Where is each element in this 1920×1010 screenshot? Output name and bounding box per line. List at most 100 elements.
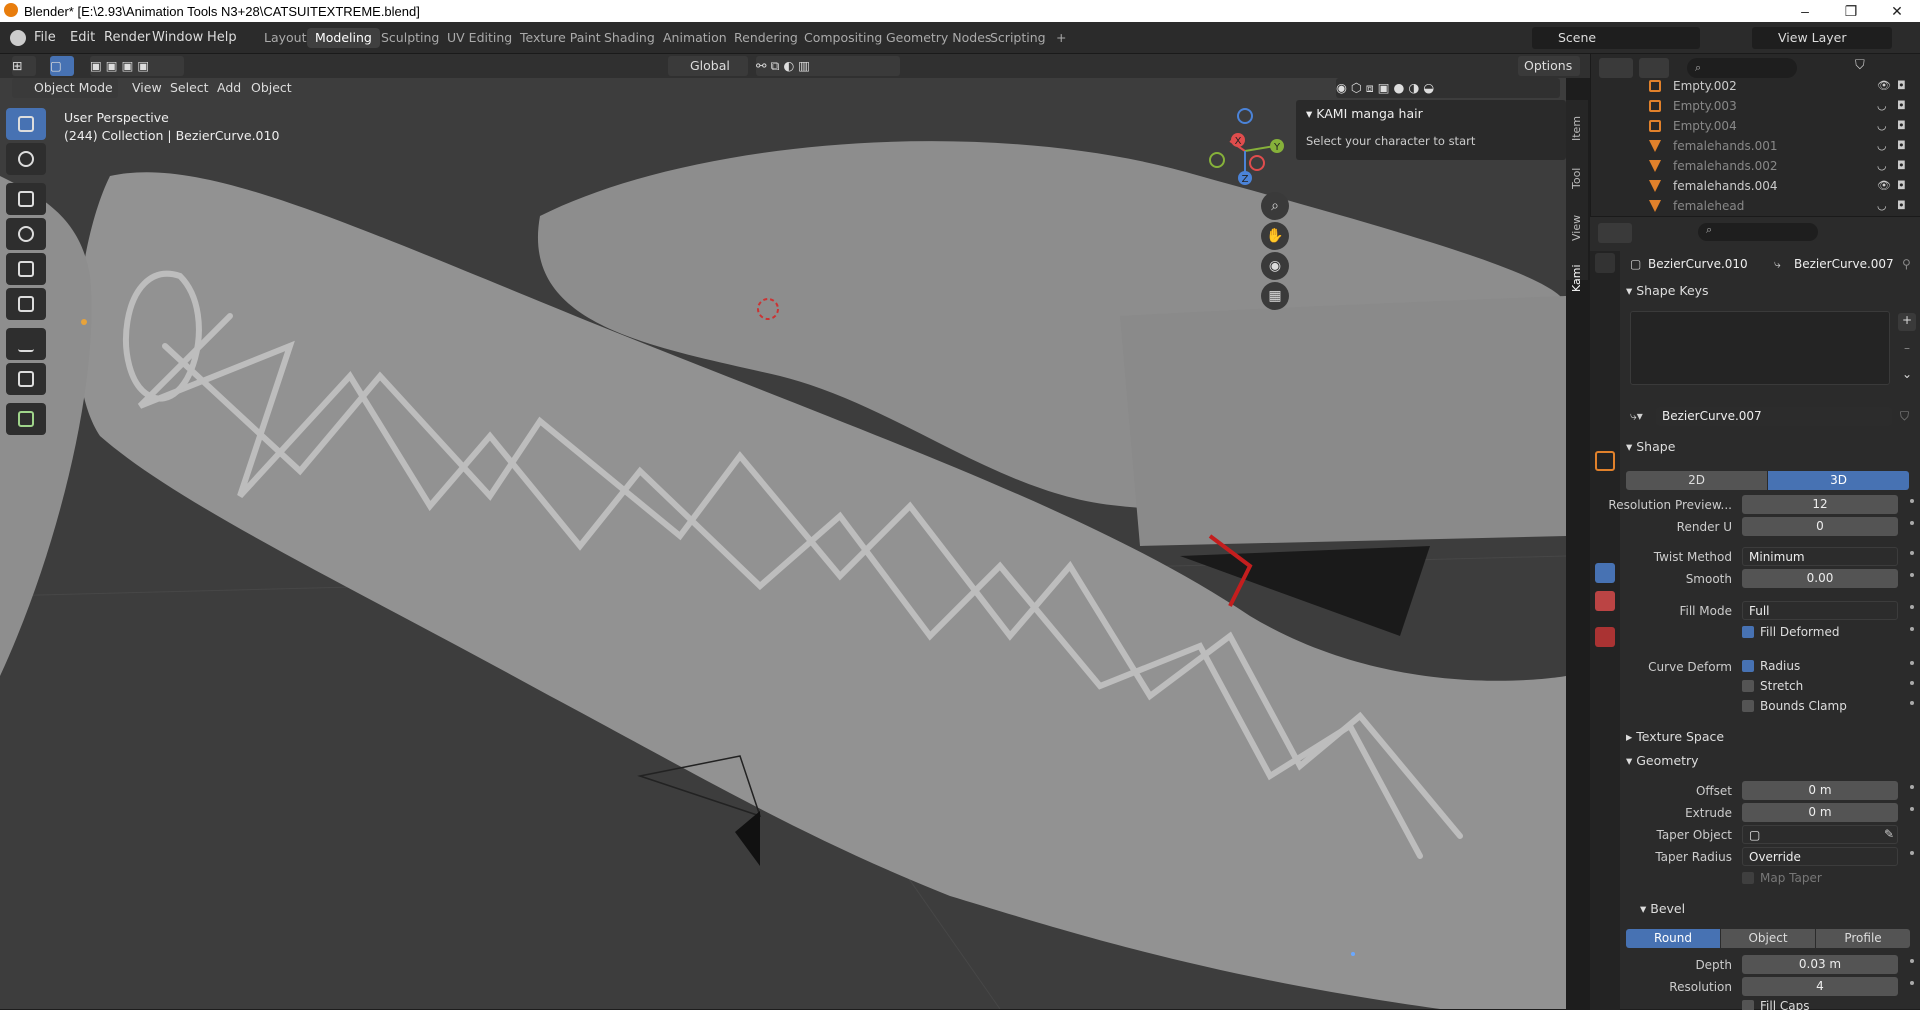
tab-rendering[interactable]: Rendering [726, 28, 806, 48]
offset-field[interactable]: 0 m [1742, 781, 1898, 800]
properties-search-icon[interactable]: ⌕ [1698, 223, 1818, 241]
section-texture-space[interactable]: ▸ Texture Space [1626, 729, 1916, 751]
keyframe-dot-icon[interactable] [1910, 661, 1914, 665]
keyframe-dot-icon[interactable] [1910, 981, 1914, 985]
menu-file[interactable]: File [34, 30, 56, 45]
viewport-shading-icons[interactable]: ◉ ⬡ ⧈ ▣ ● ◑ ◒ [1336, 78, 1560, 98]
data-block-field[interactable]: BezierCurve.007 [1656, 407, 1892, 426]
display-mode-icon[interactable] [1639, 58, 1669, 78]
maximize-button[interactable]: ❐ [1828, 0, 1874, 22]
texture-tab-icon[interactable] [1595, 627, 1615, 647]
menu-help[interactable]: Help [207, 30, 237, 45]
camera-icon[interactable]: ◘ [1897, 99, 1906, 112]
extrude-field[interactable]: 0 m [1742, 803, 1898, 822]
bevel-profile-button[interactable]: Profile [1816, 929, 1910, 948]
scene-selector[interactable]: Scene [1532, 27, 1700, 49]
camera-icon[interactable]: ◘ [1897, 79, 1906, 92]
tab-sculpting[interactable]: Sculpting [373, 28, 447, 48]
outliner-row[interactable]: Empty.002 👁 ◘ [1591, 76, 1920, 96]
bevel-round-button[interactable]: Round [1626, 929, 1720, 948]
camera-icon[interactable]: ◘ [1897, 199, 1906, 212]
eye-closed-icon[interactable]: ◡ [1877, 199, 1887, 212]
minimize-button[interactable]: – [1782, 0, 1828, 22]
keyframe-dot-icon[interactable] [1910, 573, 1914, 577]
dimensions-3d-button[interactable]: 3D [1768, 471, 1909, 490]
scene-tab-icon[interactable] [1595, 365, 1615, 385]
view-layer-selector[interactable]: View Layer [1752, 27, 1892, 49]
section-shape-keys[interactable]: ▾ Shape Keys [1626, 283, 1916, 305]
tab-uv-editing[interactable]: UV Editing [439, 28, 520, 48]
camera-view-icon[interactable]: ◉ [1261, 252, 1289, 280]
outliner-row[interactable]: femalehands.004 👁 ◘ [1591, 176, 1920, 196]
outliner-row[interactable]: Empty.004 ◡ ◘ [1591, 116, 1920, 136]
modifier-tab-icon[interactable] [1595, 479, 1615, 499]
eye-closed-icon[interactable]: ◡ [1877, 119, 1887, 132]
tab-animation[interactable]: Animation [655, 28, 735, 48]
transform-tool-icon[interactable] [6, 288, 46, 320]
annotate-tool-icon[interactable] [6, 328, 46, 360]
tab-texture-paint[interactable]: Texture Paint [512, 28, 609, 48]
outliner-row[interactable]: femalehands.002 ◡ ◘ [1591, 156, 1920, 176]
section-shape[interactable]: ▾ Shape [1626, 439, 1916, 461]
keyframe-dot-icon[interactable] [1910, 701, 1914, 705]
dimensions-2d-button[interactable]: 2D [1626, 471, 1767, 490]
keyframe-dot-icon[interactable] [1910, 851, 1914, 855]
scale-tool-icon[interactable] [6, 253, 46, 285]
object-tab-icon[interactable] [1595, 451, 1615, 471]
smooth-field[interactable]: 0.00 [1742, 569, 1898, 588]
filter-icon[interactable]: ⛉ [1855, 58, 1885, 78]
ortho-grid-icon[interactable]: ▦ [1261, 282, 1289, 310]
keyframe-dot-icon[interactable] [1910, 807, 1914, 811]
menu-object[interactable]: Object [251, 78, 292, 98]
properties-editor-type-icon[interactable] [1598, 223, 1632, 243]
add-shape-key-button[interactable]: + [1898, 313, 1916, 331]
outliner-editor-type-icon[interactable] [1599, 58, 1633, 78]
blender-menu-icon[interactable] [10, 30, 26, 46]
select-tool-icon[interactable] [6, 108, 46, 140]
outliner-row[interactable]: femalehands.001 ◡ ◘ [1591, 136, 1920, 156]
resolution-preview-field[interactable]: 12 [1742, 495, 1898, 514]
shape-keys-list[interactable] [1630, 311, 1890, 385]
menu-add[interactable]: Add [217, 78, 241, 98]
bevel-object-button[interactable]: Object [1721, 929, 1815, 948]
collection-tab-icon[interactable] [1595, 421, 1615, 441]
eye-icon[interactable]: 👁 [1877, 179, 1891, 192]
taper-radius-dropdown[interactable]: Override [1742, 847, 1898, 866]
curve-data-browse-icon[interactable]: ⤷▾ [1630, 409, 1643, 424]
keyframe-dot-icon[interactable] [1910, 499, 1914, 503]
camera-icon[interactable]: ◘ [1897, 179, 1906, 192]
eye-closed-icon[interactable]: ◡ [1877, 139, 1887, 152]
world-tab-icon[interactable] [1595, 393, 1615, 413]
select-box-icon[interactable]: ▢ [50, 56, 74, 76]
view-layer-tab-icon[interactable] [1595, 337, 1615, 357]
bevel-depth-field[interactable]: 0.03 m [1742, 955, 1898, 974]
menu-render[interactable]: Render [104, 30, 150, 45]
shape-key-menu-icon[interactable]: ⌄ [1898, 367, 1916, 385]
eyedropper-icon[interactable]: ✎ [1884, 827, 1894, 841]
zoom-icon[interactable]: ⌕ [1261, 192, 1289, 220]
options-dropdown[interactable]: Options [1518, 56, 1580, 76]
camera-icon[interactable]: ◘ [1897, 159, 1906, 172]
tab-modeling[interactable]: Modeling [307, 28, 380, 48]
outliner-row[interactable]: femalehead ◡ ◘ [1591, 196, 1920, 216]
pan-hand-icon[interactable]: ✋ [1261, 222, 1289, 250]
bounds-clamp-checkbox[interactable] [1742, 700, 1754, 712]
editor-type-icon[interactable]: ⊞ [12, 56, 36, 76]
move-tool-icon[interactable] [6, 183, 46, 215]
select-mode-icons[interactable]: ▣ ▣ ▣ ▣ [90, 56, 184, 76]
cursor-tool-icon[interactable] [6, 143, 46, 175]
keyframe-dot-icon[interactable] [1910, 551, 1914, 555]
radius-checkbox[interactable] [1742, 660, 1754, 672]
pin-icon[interactable]: ⚲ [1902, 257, 1911, 271]
eye-closed-icon[interactable]: ◡ [1877, 99, 1887, 112]
close-button[interactable]: ✕ [1874, 0, 1920, 22]
eye-closed-icon[interactable]: ◡ [1877, 159, 1887, 172]
fill-mode-dropdown[interactable]: Full [1742, 601, 1898, 620]
camera-icon[interactable]: ◘ [1897, 119, 1906, 132]
material-tab-icon[interactable] [1595, 591, 1615, 611]
taper-object-field[interactable]: ▢ [1742, 825, 1898, 844]
keyframe-dot-icon[interactable] [1910, 605, 1914, 609]
menu-view[interactable]: View [132, 78, 162, 98]
3d-viewport[interactable]: User Perspective (244) Collection | Bezi… [0, 76, 1566, 1009]
eye-icon[interactable]: 👁 [1877, 79, 1891, 92]
